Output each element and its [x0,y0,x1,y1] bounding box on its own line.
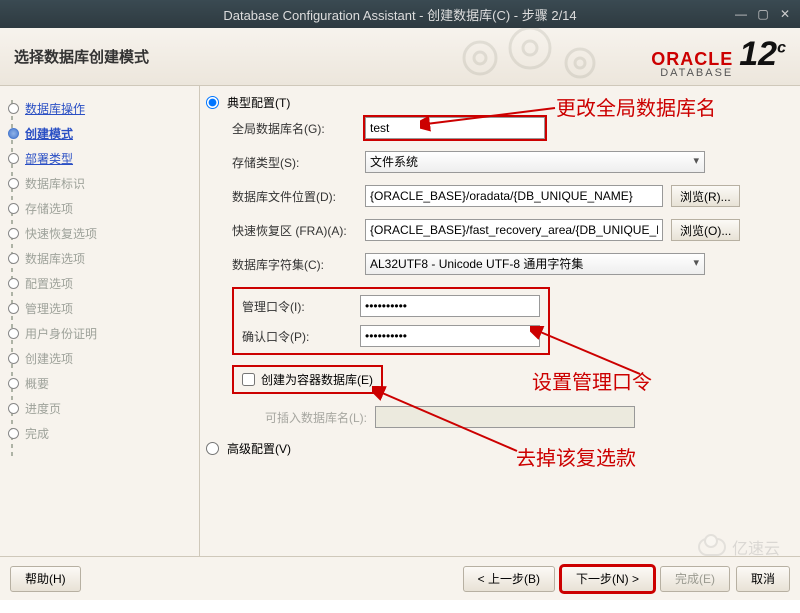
confirm-pw-input[interactable] [360,325,540,347]
titlebar: Database Configuration Assistant - 创建数据库… [0,0,800,28]
step-8: 管理选项 [6,296,193,321]
step-dot-icon [8,378,19,389]
page-title: 选择数据库创建模式 [14,46,149,67]
password-group: 管理口令(I): 确认口令(P): [232,287,550,355]
storage-label: 存储类型(S): [232,154,357,171]
step-3: 数据库标识 [6,171,193,196]
step-7: 配置选项 [6,271,193,296]
step-dot-icon [8,303,19,314]
toolbar: 帮助(H) < 上一步(B) 下一步(N) > 完成(E) 取消 [0,556,800,600]
watermark: 亿速云 [698,535,780,559]
storage-select[interactable]: 文件系统 [365,151,705,173]
step-10: 创建选项 [6,346,193,371]
charset-select[interactable]: AL32UTF8 - Unicode UTF-8 通用字符集 [365,253,705,275]
back-button[interactable]: < 上一步(B) [463,566,555,592]
step-label: 完成 [25,425,49,442]
step-12: 进度页 [6,396,193,421]
step-label: 创建模式 [25,125,73,142]
step-dot-icon [8,328,19,339]
step-label: 存储选项 [25,200,73,217]
step-label: 数据库标识 [25,175,85,192]
step-label: 数据库选项 [25,250,85,267]
browse-o-button[interactable]: 浏览(O)... [671,219,740,241]
step-label: 配置选项 [25,275,73,292]
header: 选择数据库创建模式 ORACLE DATABASE 12c [0,28,800,86]
step-9: 用户身份证明 [6,321,193,346]
step-label: 部署类型 [25,150,73,167]
confirm-pw-label: 确认口令(P): [242,328,352,345]
step-dot-icon [8,128,19,139]
step-2[interactable]: 部署类型 [6,146,193,171]
step-dot-icon [8,253,19,264]
global-db-input[interactable] [365,117,545,139]
step-label: 创建选项 [25,350,73,367]
step-13: 完成 [6,421,193,446]
step-label: 概要 [25,375,49,392]
step-dot-icon [8,153,19,164]
step-0[interactable]: 数据库操作 [6,96,193,121]
step-label: 快速恢复选项 [25,225,97,242]
window-title: Database Configuration Assistant - 创建数据库… [223,5,576,24]
global-db-label: 全局数据库名(G): [232,120,357,137]
step-6: 数据库选项 [6,246,193,271]
admin-pw-label: 管理口令(I): [242,298,352,315]
fra-input[interactable] [365,219,663,241]
step-label: 进度页 [25,400,61,417]
content-pane: 典型配置(T) 全局数据库名(G): 存储类型(S): 文件系统 数据库文件位置… [200,86,800,556]
mode-advanced-radio[interactable]: 高级配置(V) [206,440,790,457]
pluggable-label: 可插入数据库名(L): [232,409,367,426]
finish-button: 完成(E) [660,566,730,592]
step-dot-icon [8,353,19,364]
db-files-input[interactable] [365,185,663,207]
step-dot-icon [8,403,19,414]
cancel-button[interactable]: 取消 [736,566,790,592]
step-dot-icon [8,203,19,214]
step-11: 概要 [6,371,193,396]
step-dot-icon [8,428,19,439]
charset-label: 数据库字符集(C): [232,256,357,273]
minimize-icon[interactable]: — [732,6,750,22]
help-button[interactable]: 帮助(H) [10,566,81,592]
logo-brand: ORACLE [651,49,733,69]
gears-decor [440,28,620,86]
close-icon[interactable]: ✕ [776,6,794,22]
browse-r-button[interactable]: 浏览(R)... [671,185,740,207]
maximize-icon[interactable]: ▢ [754,6,772,22]
container-db-checkbox[interactable]: 创建为容器数据库(E) [232,365,383,394]
step-1[interactable]: 创建模式 [6,121,193,146]
db-files-label: 数据库文件位置(D): [232,188,357,205]
step-label: 数据库操作 [25,100,85,117]
admin-pw-input[interactable] [360,295,540,317]
step-label: 用户身份证明 [25,325,97,342]
step-5: 快速恢复选项 [6,221,193,246]
mode-typical-radio[interactable]: 典型配置(T) [206,94,790,111]
pluggable-input [375,406,635,428]
step-4: 存储选项 [6,196,193,221]
step-dot-icon [8,228,19,239]
next-button[interactable]: 下一步(N) > [561,566,654,592]
step-dot-icon [8,278,19,289]
wizard-sidebar: 数据库操作创建模式部署类型数据库标识存储选项快速恢复选项数据库选项配置选项管理选… [0,86,200,556]
oracle-logo: ORACLE DATABASE 12c [651,35,786,79]
step-label: 管理选项 [25,300,73,317]
step-dot-icon [8,178,19,189]
step-dot-icon [8,103,19,114]
fra-label: 快速恢复区 (FRA)(A): [232,222,357,239]
logo-sub: DATABASE [651,67,733,79]
